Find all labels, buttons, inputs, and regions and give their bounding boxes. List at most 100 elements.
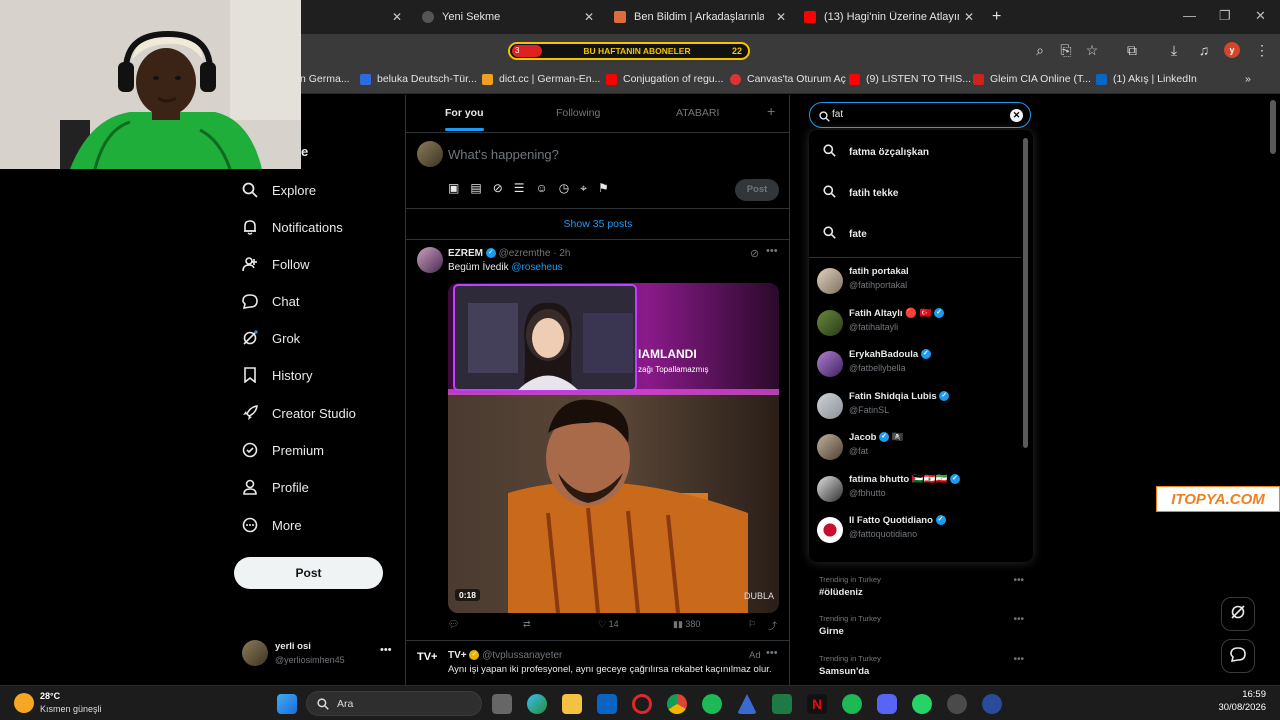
bookmark-item[interactable]: (9) LISTEN TO THIS... xyxy=(849,73,971,85)
emoji-icon[interactable]: ☺ xyxy=(536,181,548,196)
trend-item[interactable]: Trending in Turkey Girne ••• xyxy=(819,614,1024,652)
grok-float-button[interactable] xyxy=(1221,597,1255,631)
more-dots-icon[interactable]: ••• xyxy=(1013,654,1024,665)
post-button[interactable]: Post xyxy=(234,557,383,589)
location-icon[interactable]: ⌖ xyxy=(580,181,587,196)
messages-float-button[interactable] xyxy=(1221,639,1255,673)
discord-icon[interactable] xyxy=(877,694,897,714)
bookmark-item[interactable]: Gleim CIA Online (T... xyxy=(973,73,1091,85)
repost-icon[interactable]: ⇄ xyxy=(523,619,531,630)
edge-icon[interactable] xyxy=(527,694,547,714)
file-explorer-icon[interactable] xyxy=(562,694,582,714)
user-result[interactable]: fatima bhutto 🇵🇸🇱🇧🇮🇷 ✓ @fbhutto xyxy=(817,472,1017,508)
nav-premium[interactable]: Premium xyxy=(240,435,324,465)
trend-item[interactable]: Trending in Turkey #ölüdeniz ••• xyxy=(819,575,1024,613)
gif-icon[interactable]: ▤ xyxy=(470,181,481,196)
app-circle-icon[interactable] xyxy=(982,694,1002,714)
account-switcher[interactable]: yerli osi @yerliosimhen45 ••• xyxy=(242,640,398,670)
bookmarks-overflow-icon[interactable]: » xyxy=(1245,73,1251,85)
windows-start-icon[interactable] xyxy=(277,694,297,714)
views-button[interactable]: ▮▮ 380 xyxy=(673,619,700,630)
clear-search-icon[interactable]: ✕ xyxy=(1010,109,1023,122)
more-dots-icon[interactable]: ••• xyxy=(766,245,778,257)
chrome-icon[interactable] xyxy=(667,694,687,714)
nav-chat[interactable]: Chat xyxy=(240,286,299,316)
user-result[interactable]: ErykahBadoula ✓ @fatbellybella xyxy=(817,347,1017,383)
browser-tab[interactable]: (13) Hagi'nin Üzerine Atlayın De ✕ xyxy=(796,4,980,30)
download-icon[interactable]: ⤓ xyxy=(1166,42,1182,58)
more-dots-icon[interactable]: ••• xyxy=(766,647,778,659)
browser-tab[interactable]: Ben Bildim | Arkadaşlarınla Onli ✕ xyxy=(606,4,792,30)
show-posts-link[interactable]: Show 35 posts xyxy=(406,208,789,240)
flag-icon[interactable]: ⚑ xyxy=(598,181,609,196)
post-author[interactable]: EZREM xyxy=(448,248,483,259)
user-result[interactable]: Fatin Shidqia Lubis ✓ @FatinSL xyxy=(817,389,1017,425)
app-triangle-icon[interactable] xyxy=(737,694,757,714)
media-control-icon[interactable]: ♫ xyxy=(1196,42,1212,58)
close-tab-icon[interactable]: ✕ xyxy=(392,10,402,24)
bookmark-item[interactable]: Canvas'ta Oturum Aç xyxy=(730,73,846,85)
spotify-icon[interactable] xyxy=(842,694,862,714)
browser-tab-partial[interactable]: ✕ xyxy=(306,4,408,30)
post[interactable]: EZREM ✓ @ezremthe · 2h ⊘ ••• Begüm İvedi… xyxy=(406,241,789,641)
nav-history[interactable]: History xyxy=(240,360,312,390)
search-suggestion[interactable]: fatma özçalışkan xyxy=(823,142,929,162)
composer-input[interactable]: What's happening? xyxy=(448,147,559,162)
nav-creator-studio[interactable]: Creator Studio xyxy=(240,398,356,428)
bookmark-star-icon[interactable]: ☆ xyxy=(1084,42,1100,58)
bookmark-item[interactable]: (1) Akış | LinkedIn xyxy=(1096,73,1197,85)
bookmark-icon[interactable]: ⚐ xyxy=(748,619,756,630)
spotify-icon[interactable] xyxy=(702,694,722,714)
nav-more[interactable]: More xyxy=(240,510,302,540)
schedule-icon[interactable]: ◷ xyxy=(559,181,569,196)
install-app-icon[interactable]: ⎘ xyxy=(1058,42,1074,58)
close-tab-icon[interactable]: ✕ xyxy=(964,10,974,24)
taskbar-search[interactable]: Ara xyxy=(306,691,482,716)
tab-for-you[interactable]: For you xyxy=(445,107,484,131)
restore-icon[interactable]: ❐ xyxy=(1219,8,1231,24)
search-suggestion[interactable]: fatih tekke xyxy=(823,183,898,203)
opera-icon[interactable] xyxy=(632,694,652,714)
user-result[interactable]: Il Fatto Quotidiano ✓ @fattoquotidiano xyxy=(817,513,1017,549)
weather-widget[interactable]: 28°C Kısmen güneşli xyxy=(12,690,132,718)
dropdown-scrollbar[interactable] xyxy=(1023,138,1028,448)
user-result[interactable]: Fatih Altaylı 🔴 🇹🇷 ✓ @fatihaltayli xyxy=(817,306,1017,342)
search-input[interactable]: fat ✕ xyxy=(809,102,1031,128)
new-tab-button[interactable]: + xyxy=(984,4,1006,30)
bookmark-item[interactable]: dict.cc | German-En... xyxy=(482,73,600,85)
zoom-icon[interactable]: ⌕ xyxy=(1032,42,1048,58)
reply-icon[interactable]: 💬︎ xyxy=(448,619,459,630)
profile-avatar-icon[interactable]: y xyxy=(1224,42,1240,58)
whatsapp-icon[interactable] xyxy=(912,694,932,714)
nav-explore[interactable]: Explore xyxy=(240,175,316,205)
netflix-icon[interactable]: N xyxy=(807,694,827,714)
page-scrollbar[interactable] xyxy=(1270,100,1276,154)
menu-kebab-icon[interactable]: ⋮ xyxy=(1254,42,1270,58)
close-window-icon[interactable]: ✕ xyxy=(1255,8,1266,24)
nav-home-partial[interactable]: e xyxy=(301,144,308,159)
more-dots-icon[interactable]: ••• xyxy=(1013,575,1024,586)
add-tab-icon[interactable]: + xyxy=(767,103,775,119)
more-dots-icon[interactable]: ••• xyxy=(1013,614,1024,625)
nav-grok[interactable]: Grok xyxy=(240,323,300,353)
post-mention[interactable]: @roseheus xyxy=(511,262,562,273)
share-icon[interactable]: ⤴ xyxy=(768,619,777,632)
browser-tab[interactable]: Yeni Sekme ✕ xyxy=(414,4,600,30)
nav-follow[interactable]: Follow xyxy=(240,249,310,279)
nav-profile[interactable]: Profile xyxy=(240,472,309,502)
tab-following[interactable]: Following xyxy=(556,107,600,119)
grok-icon[interactable]: ⊘ xyxy=(493,181,503,196)
outlook-icon[interactable] xyxy=(597,694,617,714)
minimize-icon[interactable]: — xyxy=(1183,8,1196,23)
post-author[interactable]: TV+ xyxy=(448,650,467,661)
bookmark-item[interactable]: n Germa... xyxy=(300,73,350,85)
grok-icon[interactable]: ⊘ xyxy=(750,247,759,260)
like-button[interactable]: ♡ 14 xyxy=(598,619,619,630)
close-tab-icon[interactable]: ✕ xyxy=(584,10,594,24)
bookmark-item[interactable]: Conjugation of regu... xyxy=(606,73,723,85)
bookmark-item[interactable]: beluka Deutsch-Tür... xyxy=(360,73,477,85)
post[interactable]: TV+ TV+ ✓ @tvplussanayeter Ad ••• Aynı i… xyxy=(406,643,789,685)
extensions-icon[interactable]: ⧉ xyxy=(1124,42,1140,58)
steam-icon[interactable] xyxy=(947,694,967,714)
task-view-icon[interactable] xyxy=(492,694,512,714)
